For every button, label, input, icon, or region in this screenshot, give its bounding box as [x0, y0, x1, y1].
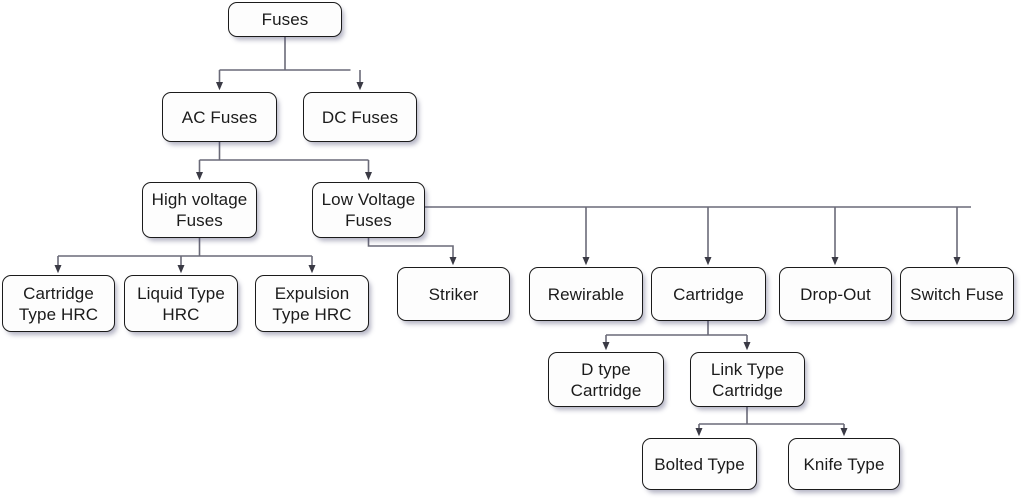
- node-knife-type[interactable]: Knife Type: [788, 438, 900, 490]
- node-switch-fuse[interactable]: Switch Fuse: [900, 267, 1014, 321]
- diagram-canvas: Fuses AC Fuses DC Fuses High voltage Fus…: [0, 0, 1024, 503]
- node-high-voltage-fuses[interactable]: High voltage Fuses: [142, 182, 257, 238]
- node-d-type-cartridge[interactable]: D type Cartridge: [548, 352, 664, 407]
- node-expulsion-type-hrc[interactable]: Expulsion Type HRC: [255, 275, 369, 332]
- node-striker[interactable]: Striker: [397, 267, 510, 321]
- node-ac-fuses[interactable]: AC Fuses: [162, 92, 277, 142]
- node-dc-fuses[interactable]: DC Fuses: [303, 92, 417, 142]
- node-cartridge[interactable]: Cartridge: [651, 267, 766, 321]
- node-bolted-type[interactable]: Bolted Type: [642, 438, 757, 490]
- node-liquid-type-hrc[interactable]: Liquid Type HRC: [124, 275, 238, 332]
- diagram-edges: [54, 37, 971, 437]
- node-cartridge-type-hrc[interactable]: Cartridge Type HRC: [2, 275, 115, 332]
- node-rewirable[interactable]: Rewirable: [529, 267, 643, 321]
- node-low-voltage-fuses[interactable]: Low Voltage Fuses: [312, 182, 425, 238]
- edge-low-voltage-to-striker: [367, 238, 457, 266]
- node-link-type-cartridge[interactable]: Link Type Cartridge: [690, 352, 805, 407]
- node-fuses[interactable]: Fuses: [228, 2, 342, 37]
- node-drop-out[interactable]: Drop-Out: [779, 267, 892, 321]
